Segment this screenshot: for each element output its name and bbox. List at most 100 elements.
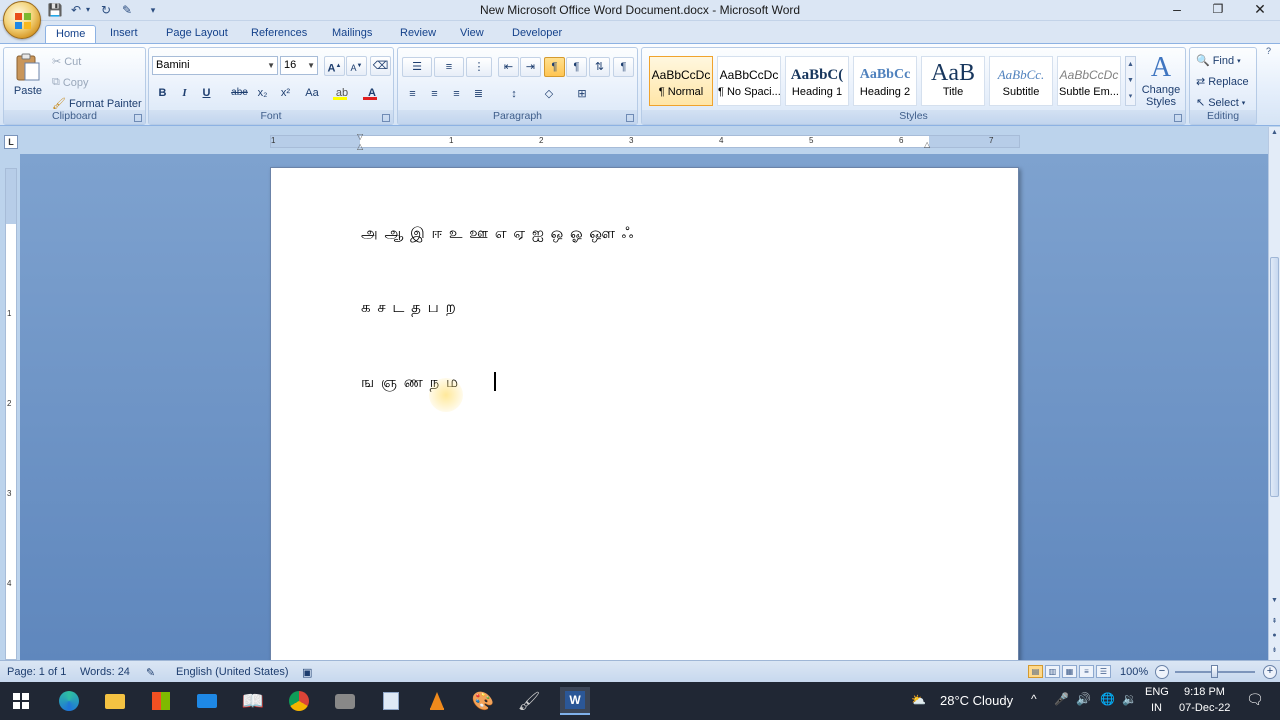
align-center-icon[interactable]: ≡: [424, 84, 445, 104]
outline-view-icon[interactable]: ≡: [1079, 665, 1094, 678]
language-indicator[interactable]: English (United States): [176, 666, 289, 678]
weather-icon[interactable]: ⛅: [911, 693, 926, 707]
highlight-button[interactable]: ab: [329, 83, 355, 103]
change-styles-button[interactable]: A Change Styles: [1139, 52, 1183, 112]
font-size-dropdown-icon[interactable]: ▼: [307, 57, 315, 74]
maximize-button[interactable]: ❐: [1198, 0, 1238, 20]
tab-insert[interactable]: Insert: [100, 25, 148, 44]
camera-icon[interactable]: [330, 687, 360, 715]
show-marks-icon[interactable]: ¶: [613, 57, 634, 77]
line-spacing-icon[interactable]: ↕: [500, 84, 528, 104]
select-button[interactable]: ↖ Select ▾: [1196, 96, 1245, 110]
style-subtitle[interactable]: AaBbCc. Subtitle: [989, 56, 1053, 106]
vertical-scrollbar[interactable]: ▲ ▼ ⇞ ● ⇟: [1268, 127, 1280, 660]
next-page-icon[interactable]: ⇟: [1269, 646, 1280, 657]
macro-record-icon[interactable]: ▣: [302, 666, 312, 679]
tab-references[interactable]: References: [241, 25, 317, 44]
styles-scroll[interactable]: ▲ ▼ ▾: [1125, 56, 1136, 106]
store-icon[interactable]: [146, 687, 176, 715]
increase-indent-icon[interactable]: ⇥: [520, 57, 541, 77]
file-explorer-icon[interactable]: [100, 687, 130, 715]
clock-time[interactable]: 9:18 PM: [1184, 686, 1225, 698]
zoom-level[interactable]: 100%: [1120, 666, 1148, 678]
grow-font-button[interactable]: A▲: [324, 56, 345, 76]
font-size-combo[interactable]: 16 ▼: [280, 56, 318, 75]
find-button[interactable]: 🔍 Find ▾: [1196, 54, 1241, 68]
tab-selector-icon[interactable]: L: [4, 135, 18, 149]
mail-icon[interactable]: [192, 687, 222, 715]
tab-review[interactable]: Review: [390, 25, 446, 44]
styles-launcher-icon[interactable]: [1174, 114, 1182, 122]
numbering-icon[interactable]: ≡: [434, 57, 464, 77]
volume-icon[interactable]: 🔉: [1122, 692, 1137, 706]
paint-app-icon[interactable]: 🎨: [468, 687, 498, 715]
clock-date[interactable]: 07-Dec-22: [1179, 702, 1230, 714]
right-indent-marker[interactable]: △: [924, 140, 930, 149]
first-line-indent-marker[interactable]: ▽: [357, 132, 363, 141]
zoom-in-icon[interactable]: +: [1263, 665, 1277, 679]
align-right-icon[interactable]: ≡: [446, 84, 467, 104]
proofing-icon[interactable]: ✎: [146, 666, 155, 679]
document-line-hard-consonants[interactable]: க ச ட த ப ற: [361, 298, 457, 318]
shading-icon[interactable]: ◇: [535, 84, 563, 104]
clipboard-launcher-icon[interactable]: [134, 114, 142, 122]
borders-icon[interactable]: ⊞: [568, 84, 596, 104]
edge-icon[interactable]: [54, 687, 84, 715]
notepad-icon[interactable]: [376, 687, 406, 715]
book-app-icon[interactable]: 📖: [238, 687, 268, 715]
shrink-font-button[interactable]: A▼: [346, 56, 367, 76]
notifications-icon[interactable]: 🗨: [1246, 691, 1264, 708]
office-button[interactable]: [3, 1, 41, 39]
zoom-out-icon[interactable]: −: [1155, 665, 1169, 679]
strikethrough-button[interactable]: abe: [229, 83, 250, 103]
scrollbar-thumb[interactable]: [1270, 257, 1279, 497]
tab-home[interactable]: Home: [45, 25, 97, 44]
justify-icon[interactable]: ≣: [468, 84, 489, 104]
full-screen-reading-icon[interactable]: ▥: [1045, 665, 1060, 678]
sort-icon[interactable]: ⇅: [589, 57, 610, 77]
font-launcher-icon[interactable]: [382, 114, 390, 122]
document-page[interactable]: அ ஆ இ ஈ உ ஊ எ ஏ ஐ ஒ ஓ ஔ ஃ க ச ட த ப ற ங …: [270, 167, 1019, 667]
tab-developer[interactable]: Developer: [502, 25, 572, 44]
font-name-dropdown-icon[interactable]: ▼: [267, 57, 275, 74]
underline-button[interactable]: U: [196, 83, 217, 103]
web-layout-icon[interactable]: ▦: [1062, 665, 1077, 678]
tab-view[interactable]: View: [450, 25, 494, 44]
copy-button[interactable]: ⧉ Copy: [52, 76, 89, 89]
style-normal[interactable]: AaBbCcDc ¶ Normal: [649, 56, 713, 106]
help-icon[interactable]: ?: [1266, 46, 1278, 58]
scroll-up-icon[interactable]: ▲: [1269, 129, 1280, 140]
replace-button[interactable]: ⇄ Replace: [1196, 75, 1249, 89]
browse-object-icon[interactable]: ●: [1269, 632, 1280, 643]
tray-expand-icon[interactable]: ^: [1031, 692, 1037, 706]
input-language-top[interactable]: ENG: [1145, 686, 1169, 698]
ltr-icon[interactable]: ¶: [544, 57, 565, 77]
start-icon[interactable]: [6, 687, 36, 715]
tab-mailings[interactable]: Mailings: [322, 25, 382, 44]
style-subtle-emphasis[interactable]: AaBbCcDc Subtle Em...: [1057, 56, 1121, 106]
vlc-icon[interactable]: [422, 687, 452, 715]
input-language-bottom[interactable]: IN: [1151, 702, 1162, 714]
vertical-ruler[interactable]: 1 2 3 4: [5, 168, 17, 660]
decrease-indent-icon[interactable]: ⇤: [498, 57, 519, 77]
tab-page-layout[interactable]: Page Layout: [156, 25, 238, 44]
scroll-down-icon[interactable]: ▼: [1269, 597, 1280, 608]
style-heading-1[interactable]: AaBbC( Heading 1: [785, 56, 849, 106]
paint-brush-app-icon[interactable]: 🖌: [514, 687, 544, 715]
network-icon[interactable]: 🌐: [1100, 692, 1115, 706]
word-count[interactable]: Words: 24: [80, 666, 130, 678]
format-painter-button[interactable]: 🖌 Format Painter: [52, 97, 142, 111]
font-color-button[interactable]: A: [359, 83, 385, 103]
draft-view-icon[interactable]: ☰: [1096, 665, 1111, 678]
hanging-indent-marker[interactable]: △: [357, 142, 363, 151]
clear-formatting-icon[interactable]: ⌫: [370, 56, 391, 76]
speaker-icon[interactable]: 🔊: [1076, 692, 1091, 706]
horizontal-ruler[interactable]: 1 1 2 3 4 5 6 7 ▽ △ △: [270, 132, 1020, 151]
microphone-icon[interactable]: 🎤: [1054, 692, 1069, 706]
style-title[interactable]: AaB Title: [921, 56, 985, 106]
style-heading-2[interactable]: AaBbCc Heading 2: [853, 56, 917, 106]
word-taskbar-icon[interactable]: W: [560, 687, 590, 715]
print-layout-icon[interactable]: ▤: [1028, 665, 1043, 678]
zoom-slider-thumb[interactable]: [1211, 665, 1218, 678]
font-name-combo[interactable]: Bamini ▼: [152, 56, 278, 75]
